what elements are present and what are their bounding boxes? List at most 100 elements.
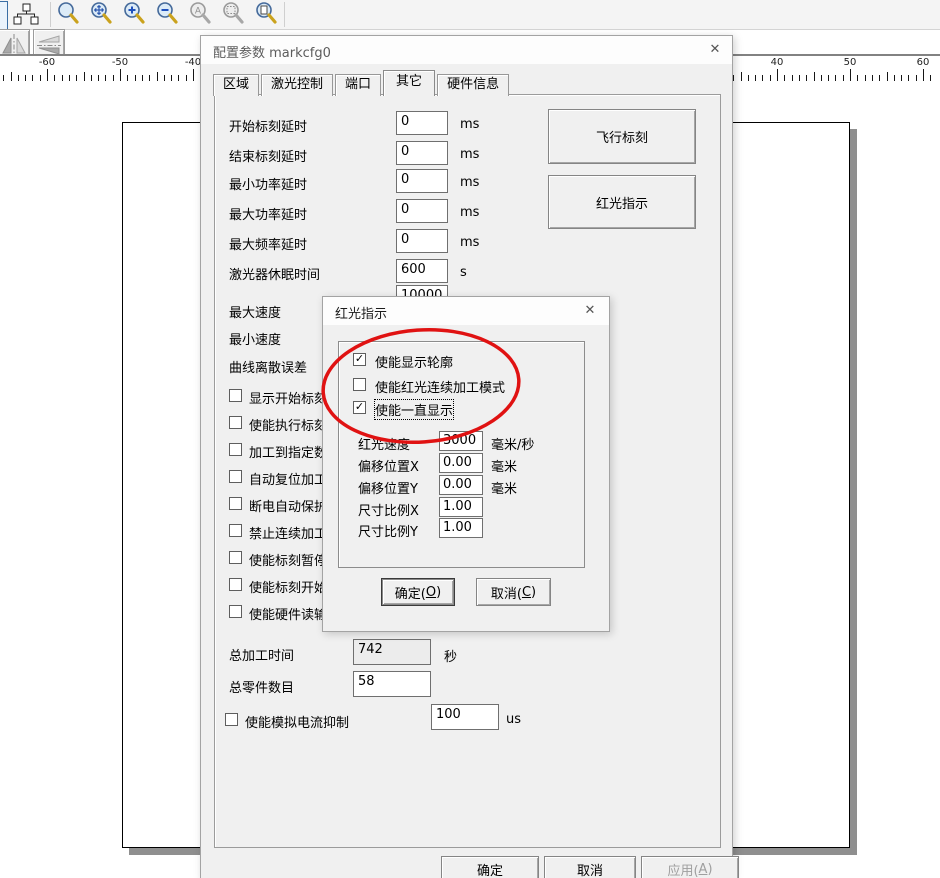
- ruler-label: 50: [844, 57, 857, 68]
- tab-area[interactable]: 区域: [213, 74, 259, 96]
- redlight-ok-button[interactable]: 确定(O): [381, 578, 455, 606]
- unit-label: ms: [460, 147, 479, 162]
- ruler-tick: [755, 75, 756, 81]
- ruler-label: -50: [112, 57, 128, 68]
- zoom-page-icon: [254, 2, 278, 28]
- ruler-tick: [835, 75, 836, 81]
- checkbox-power-off-protect[interactable]: [229, 497, 242, 510]
- field-label: 最小功率延时: [229, 174, 307, 193]
- config-dialog-titlebar[interactable]: 配置参数 markcfg0 ✕: [201, 36, 732, 64]
- ok-button[interactable]: 确定: [441, 856, 539, 878]
- node-edit-button[interactable]: [12, 1, 40, 28]
- unit-label: s: [460, 265, 467, 280]
- redlight-dialog-titlebar[interactable]: 红光指示 ✕: [323, 297, 609, 325]
- field-label: 偏移位置Y: [358, 478, 418, 497]
- tab-other[interactable]: 其它: [383, 70, 435, 96]
- field-label: 最小速度: [229, 329, 281, 348]
- checkbox-enable-analog-current-suppress[interactable]: [225, 713, 238, 726]
- checkbox-enable-exec-mark[interactable]: [229, 416, 242, 429]
- ruler-tick: [784, 75, 785, 81]
- ruler-tick: [857, 75, 858, 81]
- field-label: 红光速度: [358, 434, 410, 453]
- checkbox-show-start-mark[interactable]: [229, 389, 242, 402]
- ruler-tick: [32, 75, 33, 81]
- ruler-tick: [40, 75, 41, 81]
- svg-text:A: A: [195, 6, 202, 16]
- ruler-tick: [741, 72, 742, 81]
- checkbox-enable-redlight-continuous[interactable]: [353, 378, 366, 391]
- apply-button-label: 应用(: [667, 860, 698, 878]
- ruler-tick: [814, 72, 815, 81]
- zoom-all-icon: A: [188, 2, 212, 28]
- unit-label: us: [506, 712, 521, 727]
- ruler-tick: [821, 75, 822, 81]
- tab-laser-control[interactable]: 激光控制: [261, 74, 333, 96]
- fly-mark-button[interactable]: 飞行标刻: [548, 109, 696, 164]
- max-power-delay-field[interactable]: 0: [396, 199, 448, 223]
- min-power-delay-field[interactable]: 0: [396, 169, 448, 193]
- checkbox-enable-hardware-input[interactable]: [229, 605, 242, 618]
- max-freq-delay-field[interactable]: 0: [396, 229, 448, 253]
- zoom-button[interactable]: [54, 1, 82, 28]
- checkbox-process-to-count[interactable]: [229, 443, 242, 456]
- close-icon[interactable]: ✕: [706, 41, 724, 59]
- ruler-tick: [908, 75, 909, 81]
- offset-y-field[interactable]: 0.00: [439, 475, 483, 495]
- ruler-tick: [748, 75, 749, 81]
- redlight-speed-field[interactable]: 3000: [439, 431, 483, 451]
- checkbox-enable-mark-pause[interactable]: [229, 551, 242, 564]
- ruler-tick: [18, 75, 19, 81]
- end-mark-delay-field[interactable]: 0: [396, 141, 448, 165]
- field-label: 曲线离散误差: [229, 357, 307, 376]
- ruler-tick: [142, 75, 143, 81]
- ruler-label: -40: [185, 57, 201, 68]
- scale-y-field[interactable]: 1.00: [439, 518, 483, 538]
- unit-label: ms: [460, 235, 479, 250]
- ruler-tick: [186, 75, 187, 81]
- analog-current-suppress-field[interactable]: 100: [431, 704, 499, 730]
- unit-label: 毫米/秒: [491, 434, 534, 453]
- ruler-tick: [770, 75, 771, 81]
- checkbox-auto-reset-count[interactable]: [229, 470, 242, 483]
- field-label: 尺寸比例Y: [358, 521, 418, 540]
- ruler-tick: [84, 72, 85, 81]
- tab-port[interactable]: 端口: [335, 74, 381, 96]
- ok-label: 确定(: [395, 583, 426, 602]
- partial-tool-button[interactable]: [0, 1, 8, 30]
- ok-label: ): [436, 585, 441, 600]
- zoom-page-button[interactable]: [252, 1, 280, 28]
- checkbox-enable-show-contour[interactable]: ✓: [353, 353, 366, 366]
- ruler-tick: [806, 75, 807, 81]
- checkbox-enable-always-show[interactable]: ✓: [353, 401, 366, 414]
- apply-button-label: ): [707, 862, 712, 877]
- zoom-pan-icon: [89, 2, 113, 28]
- zoom-selection-button[interactable]: [219, 1, 247, 28]
- checkbox-enable-mark-start-signal[interactable]: [229, 578, 242, 591]
- zoom-in-button[interactable]: [120, 1, 148, 28]
- total-parts-count-field[interactable]: 58: [353, 671, 431, 697]
- ruler-tick: [887, 72, 888, 81]
- tab-hardware-info[interactable]: 硬件信息: [437, 74, 509, 96]
- zoom-pan-button[interactable]: [87, 1, 115, 28]
- checkbox-disable-continuous[interactable]: [229, 524, 242, 537]
- laser-sleep-time-field[interactable]: 600: [396, 259, 448, 283]
- cancel-button[interactable]: 取消: [544, 856, 636, 878]
- start-mark-delay-field[interactable]: 0: [396, 111, 448, 135]
- checkbox-label: 使能模拟电流抑制: [245, 712, 349, 731]
- ruler-tick: [3, 75, 4, 81]
- field-label: 最大速度: [229, 302, 281, 321]
- toolbar-separator: [50, 2, 51, 27]
- redlight-cancel-button[interactable]: 取消(C): [476, 578, 551, 606]
- close-icon[interactable]: ✕: [581, 302, 599, 320]
- ruler-tick: [777, 69, 778, 81]
- ruler-tick: [792, 75, 793, 81]
- zoom-all-button[interactable]: A: [186, 1, 214, 28]
- toolbar-separator: [284, 2, 285, 27]
- apply-button[interactable]: 应用(A): [641, 856, 739, 878]
- offset-x-field[interactable]: 0.00: [439, 453, 483, 473]
- redlight-dialog-title: 红光指示: [335, 303, 387, 322]
- zoom-out-button[interactable]: [153, 1, 181, 28]
- scale-x-field[interactable]: 1.00: [439, 497, 483, 517]
- ruler-tick: [879, 75, 880, 81]
- red-light-button[interactable]: 红光指示: [548, 175, 696, 229]
